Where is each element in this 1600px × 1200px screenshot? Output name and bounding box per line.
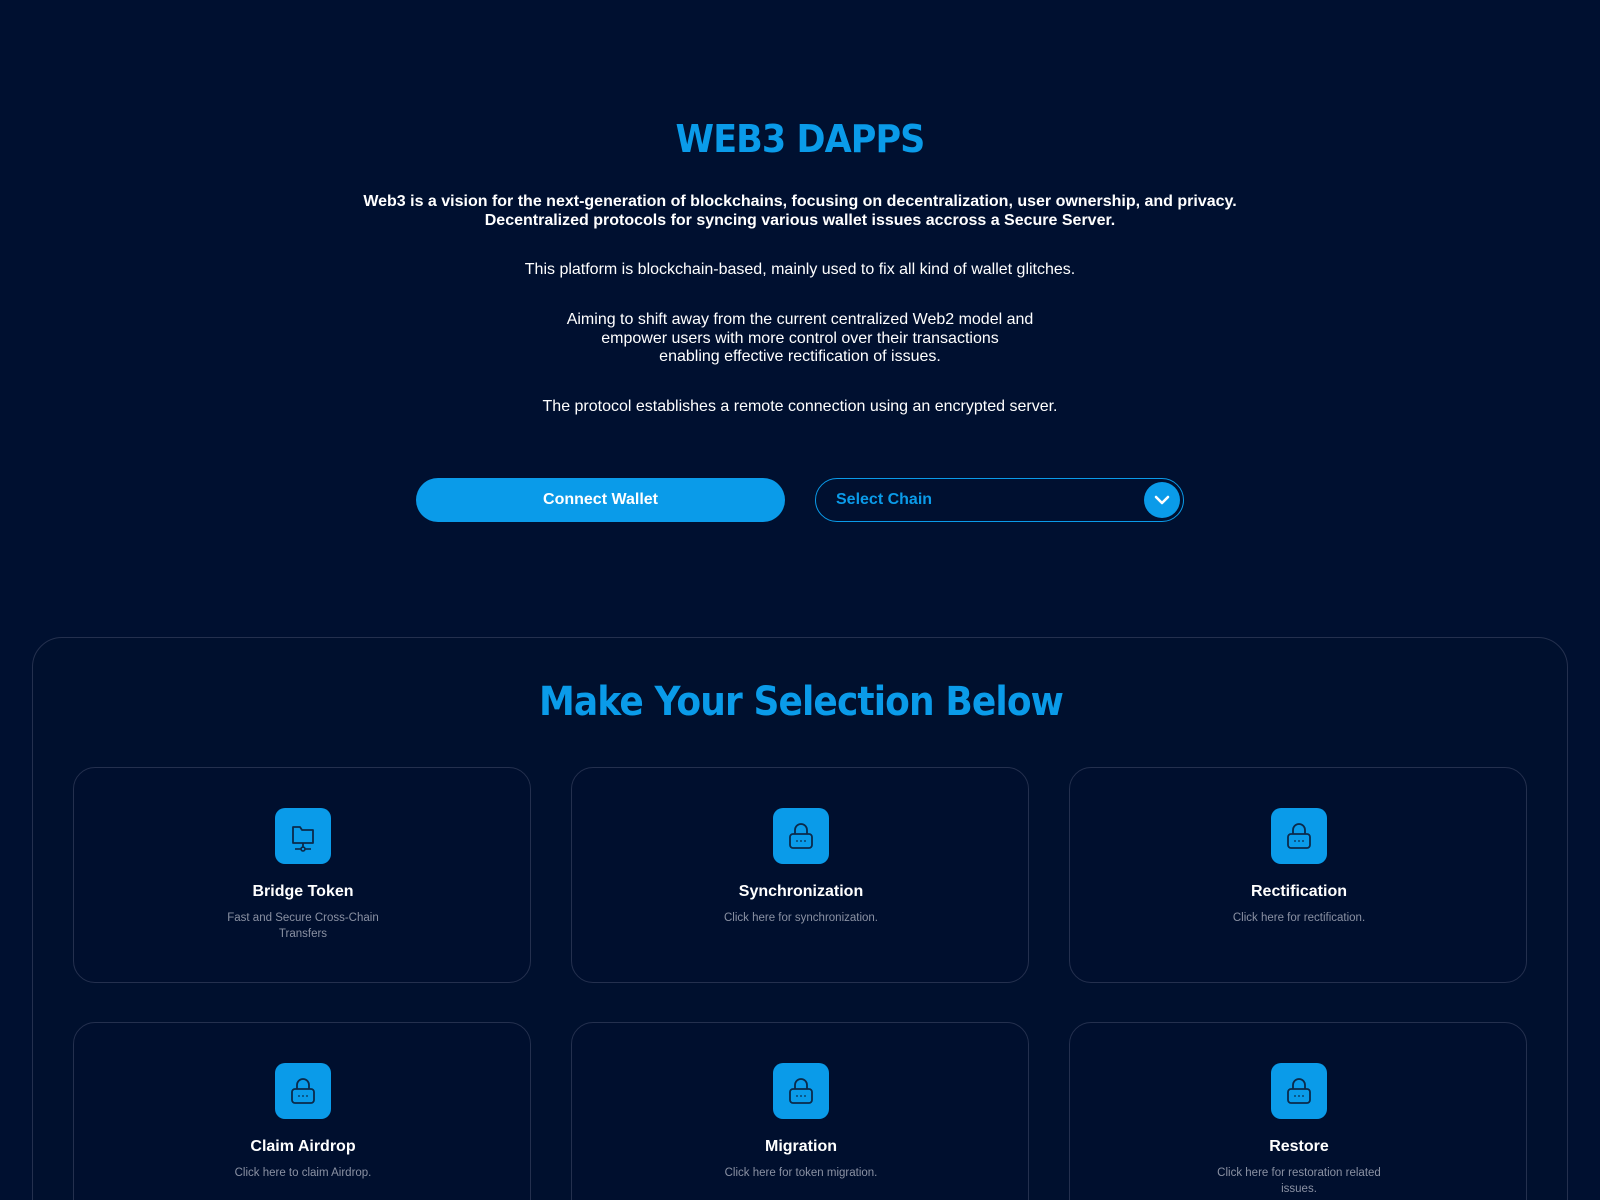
select-chain-label: Select Chain bbox=[836, 491, 933, 508]
hero-paragraph-aiming: Aiming to shift away from the current ce… bbox=[0, 311, 1600, 367]
card-title: Migration bbox=[765, 1138, 837, 1155]
card-description: Click here to claim Airdrop. bbox=[234, 1167, 372, 1179]
connect-wallet-button[interactable]: Connect Wallet bbox=[416, 478, 785, 522]
lock-icon bbox=[1271, 808, 1327, 864]
card-description: Click here for restoration related issue… bbox=[1217, 1167, 1381, 1195]
lock-icon bbox=[773, 1063, 829, 1119]
card-migration[interactable]: Migration Click here for token migration… bbox=[571, 1022, 1029, 1200]
page: WEB3 DAPPS Web3 is a vision for the next… bbox=[0, 0, 1600, 1200]
hero-paragraph-aiming-line-2: empower users with more control over the… bbox=[601, 329, 999, 347]
lock-icon bbox=[1271, 1063, 1327, 1119]
lock-icon bbox=[773, 808, 829, 864]
hero-lead: Web3 is a vision for the next-generation… bbox=[0, 192, 1600, 230]
card-restore[interactable]: Restore Click here for restoration relat… bbox=[1069, 1022, 1527, 1200]
folder-network-icon bbox=[275, 808, 331, 864]
card-title: Claim Airdrop bbox=[250, 1138, 356, 1155]
hero-paragraph-aiming-line-1: Aiming to shift away from the current ce… bbox=[566, 311, 1034, 328]
card-claim-airdrop[interactable]: Claim Airdrop Click here to claim Airdro… bbox=[73, 1022, 531, 1200]
card-description: Click here for synchronization. bbox=[723, 912, 879, 924]
card-description: Click here for token migration. bbox=[724, 1167, 878, 1179]
card-synchronization[interactable]: Synchronization Click here for synchroni… bbox=[571, 767, 1029, 983]
card-title: Rectification bbox=[1250, 883, 1347, 900]
hero-lead-line-2: Decentralized protocols for syncing vari… bbox=[484, 212, 1116, 229]
card-rectification[interactable]: Rectification Click here for rectificati… bbox=[1069, 767, 1527, 983]
selection-title: Make Your Selection Below bbox=[538, 679, 1064, 725]
hero-paragraph-platform: This platform is blockchain-based, mainl… bbox=[524, 261, 1076, 278]
card-title: Bridge Token bbox=[252, 883, 354, 900]
page-title: WEB3 DAPPS bbox=[675, 117, 926, 161]
lock-icon bbox=[275, 1063, 331, 1119]
hero-lead-line-1: Web3 is a vision for the next-generation… bbox=[363, 193, 1237, 210]
card-title: Restore bbox=[1269, 1138, 1329, 1155]
select-chain-dropdown[interactable]: Select Chain bbox=[815, 478, 1184, 522]
card-description: Click here for rectification. bbox=[1232, 912, 1366, 924]
card-description: Fast and Secure Cross-Chain Transfers bbox=[227, 912, 379, 940]
selection-panel: Make Your Selection Below Bridge Token F… bbox=[32, 637, 1568, 1200]
card-title: Synchronization bbox=[738, 883, 864, 900]
card-bridge-token[interactable]: Bridge Token Fast and Secure Cross-Chain… bbox=[73, 767, 531, 983]
hero-paragraph-protocol: The protocol establishes a remote connec… bbox=[542, 398, 1058, 415]
chevron-down-icon[interactable] bbox=[1144, 482, 1180, 518]
hero-paragraph-aiming-line-3: enabling effective rectification of issu… bbox=[659, 348, 941, 365]
